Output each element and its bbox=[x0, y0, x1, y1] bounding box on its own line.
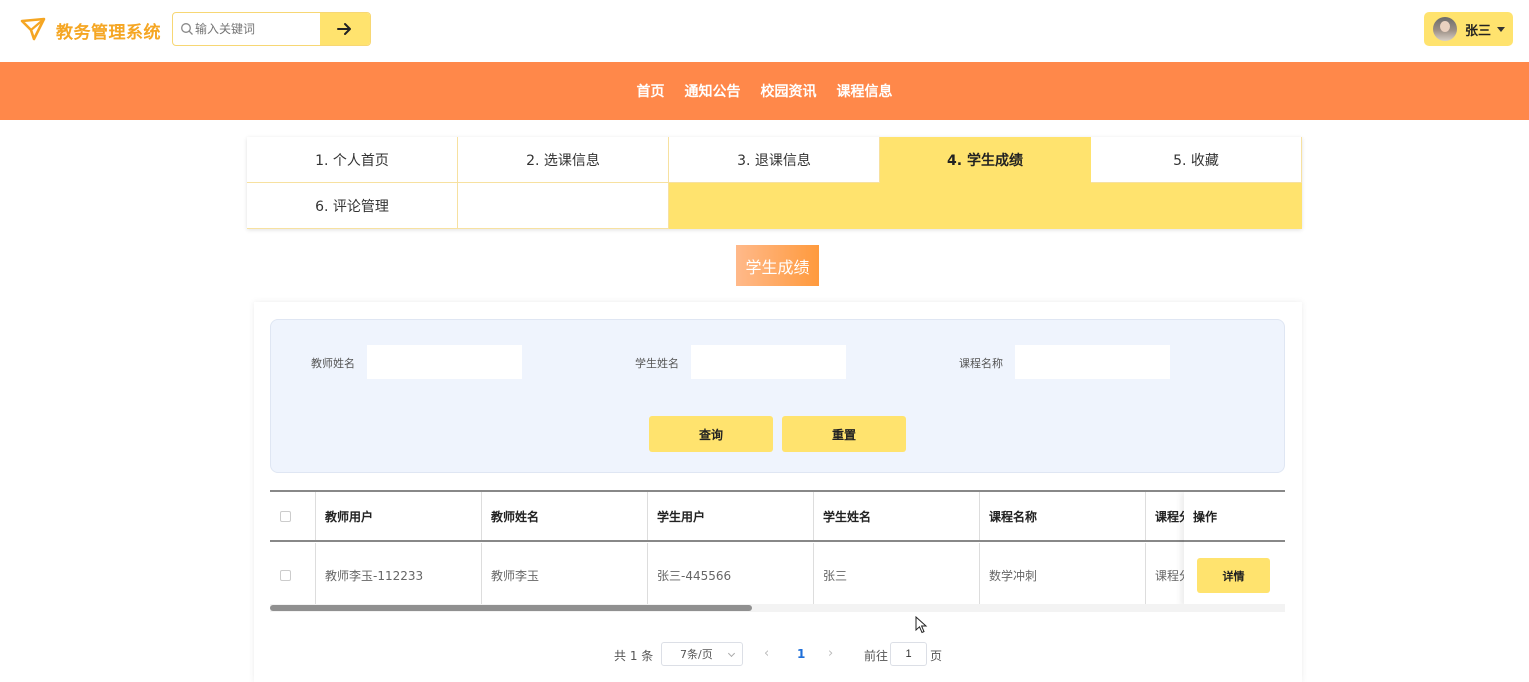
teacher-name-label: 教师姓名 bbox=[311, 357, 355, 370]
content-card: 教师姓名 学生姓名 课程名称 查询 重置 教师用户 教师姓名 学生用户 学生姓名… bbox=[254, 302, 1302, 682]
goto-page-input[interactable] bbox=[890, 642, 927, 666]
fixed-operation-column: 操作 详情 bbox=[1184, 492, 1285, 607]
col-student-name: 学生姓名 bbox=[814, 492, 980, 540]
tab-empty bbox=[458, 183, 669, 229]
search-input[interactable] bbox=[195, 13, 321, 45]
scrollbar-thumb[interactable] bbox=[270, 605, 752, 611]
teacher-name-input[interactable] bbox=[367, 345, 522, 379]
course-name-label: 课程名称 bbox=[959, 357, 1003, 370]
cell-course-score: 课程分 bbox=[1146, 543, 1186, 607]
nav-course-info[interactable]: 课程信息 bbox=[837, 81, 893, 101]
pagination-total: 共 1 条 bbox=[614, 649, 654, 663]
nav-notices[interactable]: 通知公告 bbox=[685, 81, 741, 101]
search-icon bbox=[181, 23, 193, 35]
table-row: 教师李玉-112233 教师李玉 张三-445566 张三 数学冲刺 课程分 bbox=[270, 543, 1285, 607]
table-header: 教师用户 教师姓名 学生用户 学生姓名 课程名称 课程分 bbox=[270, 492, 1285, 542]
col-course-score: 课程分 bbox=[1146, 492, 1186, 540]
query-button[interactable]: 查询 bbox=[649, 416, 773, 452]
goto-label: 前往 bbox=[864, 649, 889, 663]
cell-course-name: 数学冲刺 bbox=[980, 543, 1146, 607]
next-page-icon[interactable]: › bbox=[828, 646, 833, 661]
avatar bbox=[1433, 17, 1457, 41]
arrow-right-icon bbox=[337, 23, 351, 35]
filter-panel: 教师姓名 学生姓名 课程名称 查询 重置 bbox=[270, 319, 1285, 473]
col-student-user: 学生用户 bbox=[648, 492, 814, 540]
page-size-value: 7条/页 bbox=[680, 648, 713, 661]
col-operation: 操作 bbox=[1184, 492, 1285, 542]
grades-table: 教师用户 教师姓名 学生用户 学生姓名 课程名称 课程分 教师李玉-112233… bbox=[270, 490, 1285, 610]
tab-comment-management[interactable]: 6. 评论管理 bbox=[247, 183, 458, 229]
tab-favorites[interactable]: 5. 收藏 bbox=[1091, 137, 1302, 183]
row-checkbox[interactable] bbox=[280, 569, 291, 581]
cell-teacher-name: 教师李玉 bbox=[482, 543, 648, 607]
search-button[interactable] bbox=[320, 13, 370, 45]
tab-course-withdrawal[interactable]: 3. 退课信息 bbox=[669, 137, 880, 183]
brand-title[interactable]: 教务管理系统 bbox=[56, 18, 161, 43]
reset-button[interactable]: 重置 bbox=[782, 416, 906, 452]
tab-course-selection[interactable]: 2. 选课信息 bbox=[458, 137, 669, 183]
chevron-down-icon bbox=[727, 649, 736, 658]
student-name-label: 学生姓名 bbox=[635, 357, 679, 370]
prev-page-icon[interactable]: ‹ bbox=[764, 646, 769, 661]
cell-teacher-user: 教师李玉-112233 bbox=[316, 543, 482, 607]
col-teacher-user: 教师用户 bbox=[316, 492, 482, 540]
table-horizontal-scrollbar[interactable] bbox=[270, 604, 1285, 612]
select-all-checkbox[interactable] bbox=[280, 510, 291, 522]
tab-student-grades[interactable]: 4. 学生成绩 bbox=[880, 137, 1091, 183]
select-all-cell bbox=[270, 492, 316, 540]
col-course-name: 课程名称 bbox=[980, 492, 1146, 540]
logo-paper-plane-icon[interactable] bbox=[20, 16, 46, 42]
user-menu-button[interactable]: 张三 bbox=[1424, 12, 1513, 46]
detail-button[interactable]: 详情 bbox=[1197, 558, 1270, 593]
course-name-input[interactable] bbox=[1015, 345, 1170, 379]
col-teacher-name: 教师姓名 bbox=[482, 492, 648, 540]
user-name: 张三 bbox=[1465, 23, 1492, 39]
nav-campus-news[interactable]: 校园资讯 bbox=[761, 81, 817, 101]
student-name-input[interactable] bbox=[691, 345, 846, 379]
main-nav: 首页 通知公告 校园资讯 课程信息 bbox=[0, 62, 1529, 120]
page-number-current[interactable]: 1 bbox=[797, 647, 805, 661]
page-size-select[interactable]: 7条/页 bbox=[661, 642, 743, 666]
tab-personal-home[interactable]: 1. 个人首页 bbox=[247, 137, 458, 183]
caret-down-icon bbox=[1497, 26, 1506, 32]
section-title: 学生成绩 bbox=[736, 245, 819, 286]
nav-home[interactable]: 首页 bbox=[637, 81, 665, 101]
mouse-cursor-icon bbox=[915, 616, 928, 634]
search-box bbox=[172, 12, 371, 46]
page-suffix: 页 bbox=[930, 649, 943, 663]
cell-student-name: 张三 bbox=[814, 543, 980, 607]
cell-student-user: 张三-445566 bbox=[648, 543, 814, 607]
row-select-cell bbox=[270, 543, 316, 607]
center-tabs: 1. 个人首页 2. 选课信息 3. 退课信息 4. 学生成绩 5. 收藏 6.… bbox=[247, 137, 1302, 229]
header: 教务管理系统 张三 bbox=[0, 0, 1529, 62]
pagination: 共 1 条 7条/页 ‹ 1 › 前往 页 bbox=[254, 642, 1302, 666]
